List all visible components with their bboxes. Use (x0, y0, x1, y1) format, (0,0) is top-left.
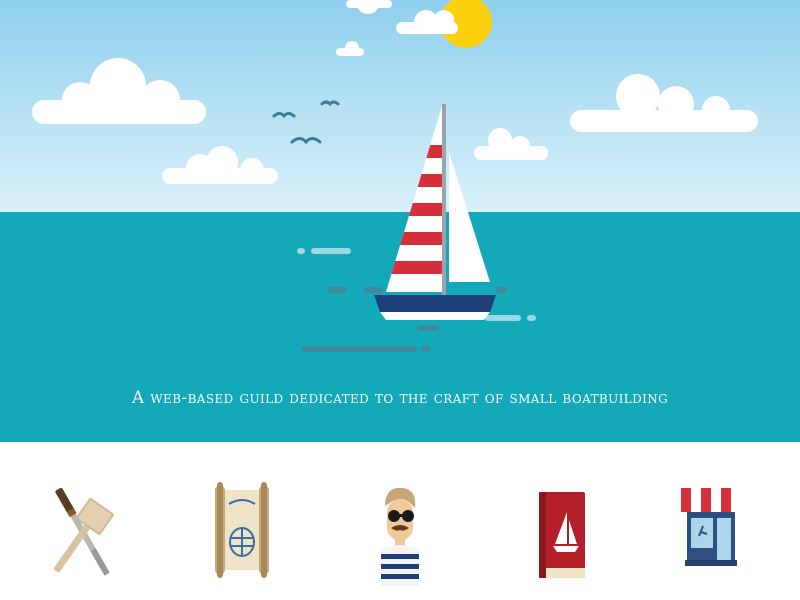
cloud-7 (474, 128, 548, 160)
cloud-2 (162, 146, 278, 184)
cloud-4 (346, 0, 392, 14)
bird-icon (320, 100, 340, 107)
cloud-3 (396, 10, 458, 34)
cloud-5 (336, 41, 364, 56)
sailboat-icon (374, 104, 496, 320)
tagline: A web-based guild dedicated to the craft… (131, 388, 669, 408)
blueprint-scroll-icon (215, 482, 269, 578)
feature-blueprints[interactable] (192, 482, 288, 592)
feature-community[interactable] (350, 482, 446, 592)
bird-icon (272, 112, 296, 119)
hero-illustration (32, 0, 758, 352)
feature-tools[interactable] (36, 482, 132, 592)
tools-icon (53, 487, 114, 576)
boat-book-icon (539, 492, 585, 578)
cloud-6 (570, 74, 758, 132)
bird-icon (290, 137, 322, 145)
shop-icon (681, 488, 739, 566)
features-row (0, 442, 800, 600)
sailor-icon (381, 487, 419, 586)
feature-library[interactable] (504, 482, 600, 592)
hero-banner: A web-based guild dedicated to the craft… (0, 0, 800, 442)
feature-shop[interactable] (660, 482, 756, 592)
birds (272, 100, 340, 145)
cloud-1 (32, 58, 206, 124)
